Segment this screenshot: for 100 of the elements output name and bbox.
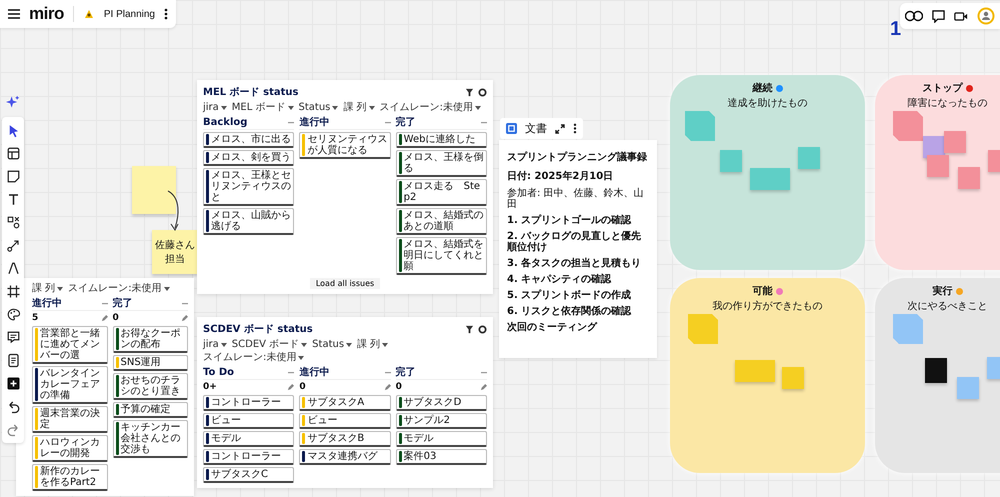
filter-dropdown[interactable]: SCDEV ボード bbox=[232, 339, 308, 351]
section-heading: 6. リスクと依存関係の確認 bbox=[507, 306, 632, 317]
issue-card[interactable]: モデル bbox=[396, 431, 487, 447]
logo[interactable]: miro bbox=[29, 4, 64, 24]
issue-card[interactable]: メロス、山賊から逃げる bbox=[203, 208, 294, 235]
card-title: モデル bbox=[404, 433, 434, 444]
section-heading: 次回のミーティング bbox=[507, 322, 598, 333]
issue-card[interactable]: SNS運用 bbox=[112, 355, 188, 371]
column-title: 進行中 bbox=[32, 298, 62, 310]
load-all-button[interactable]: Load all issues bbox=[310, 278, 380, 289]
document-date: 日付: 2025年2月10日 bbox=[507, 170, 614, 183]
board-name[interactable]: PI Planning bbox=[104, 8, 155, 20]
filter-dropdown[interactable]: スイムレーン:未使用 bbox=[380, 102, 481, 114]
issue-card[interactable]: Webに連絡した bbox=[396, 132, 487, 148]
column-title: 完了 bbox=[396, 367, 416, 379]
issue-card[interactable]: 案件03 bbox=[396, 449, 487, 465]
card-title: ビュー bbox=[211, 415, 241, 426]
card-title: メロス、結婚式のあとの道順 bbox=[404, 210, 484, 232]
area-subtitle: 我の作り方ができたもの bbox=[712, 300, 822, 313]
issue-card[interactable]: サブタスクD bbox=[396, 395, 487, 411]
card-title: 予算の確定 bbox=[120, 404, 170, 415]
issue-count: 0 bbox=[299, 382, 306, 393]
issue-card[interactable]: セリヌンティウスが人質になる bbox=[299, 132, 391, 159]
issue-count: 0+ bbox=[203, 382, 217, 393]
issue-card[interactable]: 週末営業の決定 bbox=[32, 406, 108, 433]
issue-card[interactable]: モデル bbox=[203, 431, 294, 447]
card-title: バレンタインカレーフェアの準備 bbox=[40, 368, 101, 401]
issue-card[interactable]: 新作のカレーを作るPart2 bbox=[32, 464, 108, 491]
column-title: Backlog bbox=[203, 117, 248, 129]
issue-card[interactable]: コントローラー bbox=[203, 449, 294, 465]
card-title: メロス、王様を倒る bbox=[404, 152, 484, 174]
filter-dropdown[interactable]: スイムレーン:未使用 bbox=[203, 352, 304, 364]
sticky-text: 佐藤さん担当 bbox=[155, 238, 195, 266]
filter-dropdown[interactable]: 課 列 bbox=[343, 102, 375, 114]
column-title: 進行中 bbox=[299, 117, 330, 129]
filter-dropdown[interactable]: 課 列 bbox=[32, 283, 64, 295]
card-title: SNS運用 bbox=[120, 357, 161, 368]
card-title: 営業部と一緒に進めてメンバーの選 bbox=[40, 328, 101, 361]
card-title: お得なクーポンの配布 bbox=[120, 328, 182, 350]
card-title: 新作のカレーを作るPart2 bbox=[40, 466, 101, 488]
issue-card[interactable]: メロス、結婚式のあとの道順 bbox=[396, 208, 487, 235]
issue-card[interactable]: キッチンカー会社さんとの交渉も bbox=[112, 420, 188, 458]
issue-card[interactable]: サブタスクA bbox=[299, 395, 391, 411]
filter-dropdown[interactable]: MEL ボード bbox=[232, 102, 294, 114]
user-count: 1 bbox=[890, 18, 902, 41]
issue-card[interactable]: サブタスクB bbox=[299, 431, 391, 447]
issue-card[interactable]: 予算の確定 bbox=[112, 402, 188, 418]
issue-card[interactable]: メロス、王様を倒る bbox=[396, 150, 487, 177]
card-title: サブタスクC bbox=[211, 469, 268, 480]
area-subtitle: 達成を助けたもの bbox=[728, 96, 808, 110]
section-heading: 5. スプリントボードの作成 bbox=[507, 290, 632, 301]
issue-card[interactable]: お得なクーポンの配布 bbox=[112, 326, 188, 353]
board-widget[interactable]: 課 列 スイムレーン:未使用 進行中 5 営業部と一緒に進めてメンバーの選 バレンタインカレーフェアの準備 週末営業の決定 ハロウィンカレーの開発 新作のカレーを作るPart2 完了 0 お得なクーポンの配布 SNS運用 おせちのチラシのとり置き 予算の確定 キッチンカー会社さんとの交渉も bbox=[16, 278, 194, 496]
area-title: 可能 bbox=[752, 284, 772, 298]
document-label: 文書 bbox=[525, 121, 547, 136]
issue-card[interactable]: メロス、剣を買う bbox=[203, 150, 294, 166]
issue-card[interactable]: マスタ連携バグ bbox=[299, 449, 391, 465]
column-title: To Do bbox=[203, 367, 234, 379]
card-title: メロス、王様とセリヌンティウスのと bbox=[211, 170, 292, 203]
card-title: サンプル2 bbox=[404, 415, 450, 426]
filter-dropdown[interactable]: スイムレーン:未使用 bbox=[68, 283, 170, 295]
filter-dropdown[interactable]: Status bbox=[312, 339, 352, 351]
card-title: マスタ連携バグ bbox=[307, 451, 378, 462]
section-heading: 3. 各タスクの担当と見積もり bbox=[507, 258, 642, 269]
issue-count: 5 bbox=[32, 313, 38, 324]
card-title: セリヌンティウスが人質になる bbox=[307, 134, 388, 156]
issue-card[interactable]: サブタスクC bbox=[203, 467, 294, 483]
filter-dropdown[interactable]: Status bbox=[298, 102, 338, 114]
issue-card[interactable]: おせちのチラシのとり置き bbox=[112, 373, 188, 400]
issue-card[interactable]: ビュー bbox=[299, 413, 391, 429]
issue-card[interactable]: サンプル2 bbox=[396, 413, 487, 429]
issue-card[interactable]: メロス、王様とセリヌンティウスのと bbox=[203, 168, 294, 206]
document-title: スプリントプランニング議事録 bbox=[507, 150, 648, 164]
issue-card[interactable]: ハロウィンカレーの開発 bbox=[32, 435, 108, 462]
card-title: キッチンカー会社さんとの交渉も bbox=[120, 422, 182, 455]
section-heading: 1. スプリントゴールの確認 bbox=[507, 215, 632, 226]
issue-card[interactable]: メロス、市に出る bbox=[203, 132, 294, 148]
card-title: 案件03 bbox=[404, 451, 436, 462]
issue-card[interactable]: コントローラー bbox=[203, 395, 294, 411]
issue-count: 0 bbox=[112, 313, 119, 324]
issue-card[interactable]: 営業部と一緒に進めてメンバーの選 bbox=[32, 326, 108, 364]
retro-area[interactable]: ストップ 障害になったもの bbox=[875, 75, 1000, 270]
card-title: メロス、結婚式を明日にしてくれと願 bbox=[404, 239, 484, 272]
filter-dropdown[interactable]: 課 列 bbox=[357, 339, 388, 351]
issue-card[interactable]: バレンタインカレーフェアの準備 bbox=[32, 366, 108, 404]
issue-card[interactable]: メロス走る Step2 bbox=[396, 179, 487, 206]
filter-dropdown[interactable]: jira bbox=[203, 102, 227, 114]
card-title: 週末営業の決定 bbox=[40, 408, 101, 430]
board-widget[interactable]: SCDEV ボード status jira SCDEV ボード Status 課 列 スイムレーン:未使用 To Do 0+ コントローラー ビュー モデル コントローラー サブタスクC 進行中 0 サブタスクA ビュー サブタスクB マスタ連携バグ 完了 0 サブタスクD サンプル2 モデル 案件03 bbox=[197, 317, 493, 488]
card-title: ハロウィンカレーの開発 bbox=[40, 437, 101, 459]
sticky-note[interactable]: 佐藤さん担当 bbox=[152, 230, 198, 274]
area-title: 実行 bbox=[932, 284, 952, 298]
filter-dropdown[interactable]: jira bbox=[203, 339, 227, 351]
card-title: サブタスクD bbox=[404, 397, 462, 408]
area-subtitle: 次にやるべきこと bbox=[908, 300, 988, 313]
card-title: おせちのチラシのとり置き bbox=[120, 375, 182, 397]
issue-card[interactable]: メロス、結婚式を明日にしてくれと願 bbox=[396, 237, 487, 275]
document-page[interactable]: スプリントプランニング議事録 日付: 2025年2月10日 参加者: 田中、佐藤、鈴木、山田 1. スプリントゴールの確認 2. バックログの見直しと優先順位付け 3. 各タスクの担当と見積もり 4. キャパシティの確認 5. スプリントボードの作成 6. リスクと依存関係の確認 次回のミーティング bbox=[499, 140, 657, 358]
card-title: サブタスクA bbox=[307, 397, 364, 408]
issue-card[interactable]: ビュー bbox=[203, 413, 294, 429]
